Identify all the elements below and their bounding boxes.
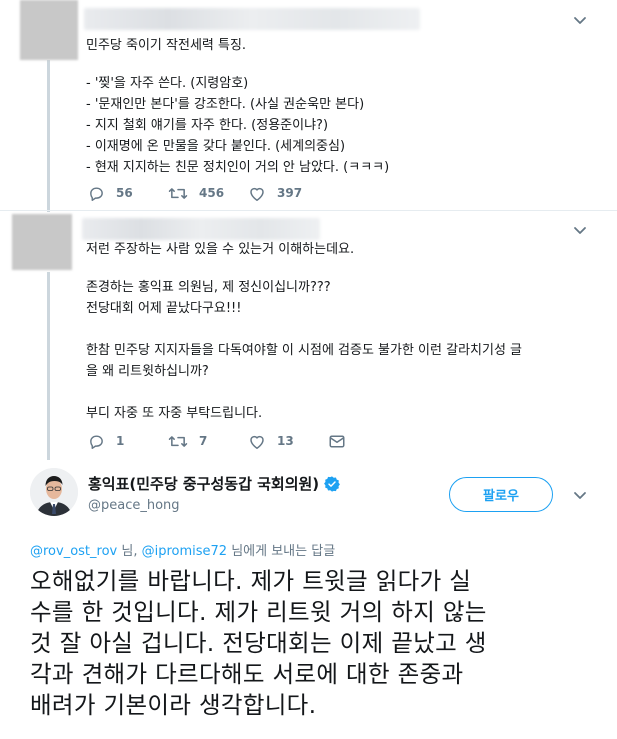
- reply-user-link[interactable]: @ipromise72: [142, 544, 227, 559]
- text-line: - '문재인만 본다'를 강조한다. (사실 권순욱만 본다): [86, 97, 365, 112]
- heart-icon: [248, 433, 266, 450]
- reply-icon: [88, 185, 105, 202]
- reply-separator: 님,: [117, 544, 142, 559]
- like-button[interactable]: 13: [248, 433, 328, 450]
- text-line: 부디 자중 또 자중 부탁드립니다.: [86, 406, 263, 421]
- reply-count: 56: [116, 186, 133, 200]
- main-tweet-text: 오해없기를 바랍니다. 제가 트윗글 읽다가 실 수를 한 것입니다. 제가 리…: [30, 566, 600, 721]
- reply-count: 1: [116, 434, 125, 448]
- tweet-actions: 1 7 13: [88, 431, 346, 451]
- chevron-down-icon[interactable]: [573, 226, 587, 236]
- tweet-text: 저런 주장하는 사람 있을 수 있는거 이해하는데요. 존경하는 홍익표 의원님…: [86, 241, 595, 422]
- thread-line-middle: [47, 272, 50, 460]
- text-line: 존경하는 홍익표 의원님, 제 정신이십니까???: [86, 280, 331, 295]
- retweet-count: 456: [199, 186, 225, 200]
- tweet-text: 민주당 죽이기 작전세력 특징. - '찢'을 자주 쓴다. (지령암호) - …: [86, 37, 595, 176]
- thread-line-top: [47, 60, 50, 212]
- reply-button[interactable]: 1: [88, 433, 168, 450]
- text-line: 한참 민주당 지지자들을 다독여야할 이 시점에 검증도 불가한 이런 갈라치기…: [86, 343, 523, 358]
- display-name[interactable]: 홍익표(민주당 중구성동갑 국회의원): [88, 473, 319, 494]
- reply-icon: [88, 433, 105, 450]
- handle[interactable]: @peace_hong: [88, 498, 180, 513]
- reply-suffix: 님에게 보내는 답글: [227, 544, 336, 559]
- direct-message-button[interactable]: [328, 433, 346, 450]
- text-line: 것 잘 아실 겁니다. 전당대회는 이제 끝났고 생: [30, 629, 487, 657]
- follow-button[interactable]: 팔로우: [449, 477, 553, 512]
- retweet-count: 7: [199, 434, 208, 448]
- author-name-blurred[interactable]: [84, 8, 420, 30]
- like-count: 13: [277, 434, 294, 448]
- divider: [0, 210, 617, 211]
- text-line: 각과 견해가 다르다해도 서로에 대한 존중과: [30, 660, 464, 688]
- text-line: 전당대회 어제 끝났다구요!!!: [86, 301, 242, 316]
- text-line: 배려가 기본이라 생각합니다.: [30, 691, 317, 719]
- retweet-icon: [168, 185, 188, 202]
- text-line: 민주당 죽이기 작전세력 특징.: [86, 38, 247, 53]
- retweet-icon: [168, 433, 188, 450]
- text-line: - 지지 철회 얘기를 자주 한다. (정용준이냐?): [86, 118, 329, 133]
- message-icon: [328, 433, 346, 450]
- reply-user-link[interactable]: @rov_ost_rov: [30, 544, 117, 559]
- avatar-blurred[interactable]: [20, 0, 78, 60]
- tweet-actions: 56 456 397: [88, 183, 328, 203]
- reply-context: @rov_ost_rov 님, @ipromise72 님에게 보내는 답글: [30, 540, 335, 559]
- chevron-down-icon[interactable]: [573, 16, 587, 26]
- heart-icon: [248, 185, 266, 202]
- text-line: - '찢'을 자주 쓴다. (지령암호): [86, 76, 249, 91]
- retweet-button[interactable]: 456: [168, 185, 248, 202]
- verified-badge-icon: [324, 475, 341, 492]
- avatar-blurred[interactable]: [12, 214, 72, 270]
- reply-button[interactable]: 56: [88, 185, 168, 202]
- display-name-row[interactable]: 홍익표(민주당 중구성동갑 국회의원): [88, 473, 341, 494]
- like-button[interactable]: 397: [248, 185, 328, 202]
- text-line: 오해없기를 바랍니다. 제가 트윗글 읽다가 실: [30, 567, 472, 595]
- author-name-blurred[interactable]: [82, 218, 320, 240]
- text-line: 수를 한 것입니다. 제가 리트윗 거의 하지 않는: [30, 598, 487, 626]
- text-line: - 현재 지지하는 친문 정치인이 거의 안 남았다. (ㅋㅋㅋ): [86, 160, 390, 175]
- retweet-button[interactable]: 7: [168, 433, 248, 450]
- text-line: - 이재명에 온 만물을 갖다 붙인다. (세계의중심): [86, 139, 346, 154]
- like-count: 397: [277, 186, 303, 200]
- avatar[interactable]: [30, 468, 78, 516]
- text-line: 을 왜 리트윗하십니까?: [86, 364, 209, 379]
- text-line: 저런 주장하는 사람 있을 수 있는거 이해하는데요.: [86, 242, 355, 257]
- chevron-down-icon[interactable]: [573, 491, 587, 501]
